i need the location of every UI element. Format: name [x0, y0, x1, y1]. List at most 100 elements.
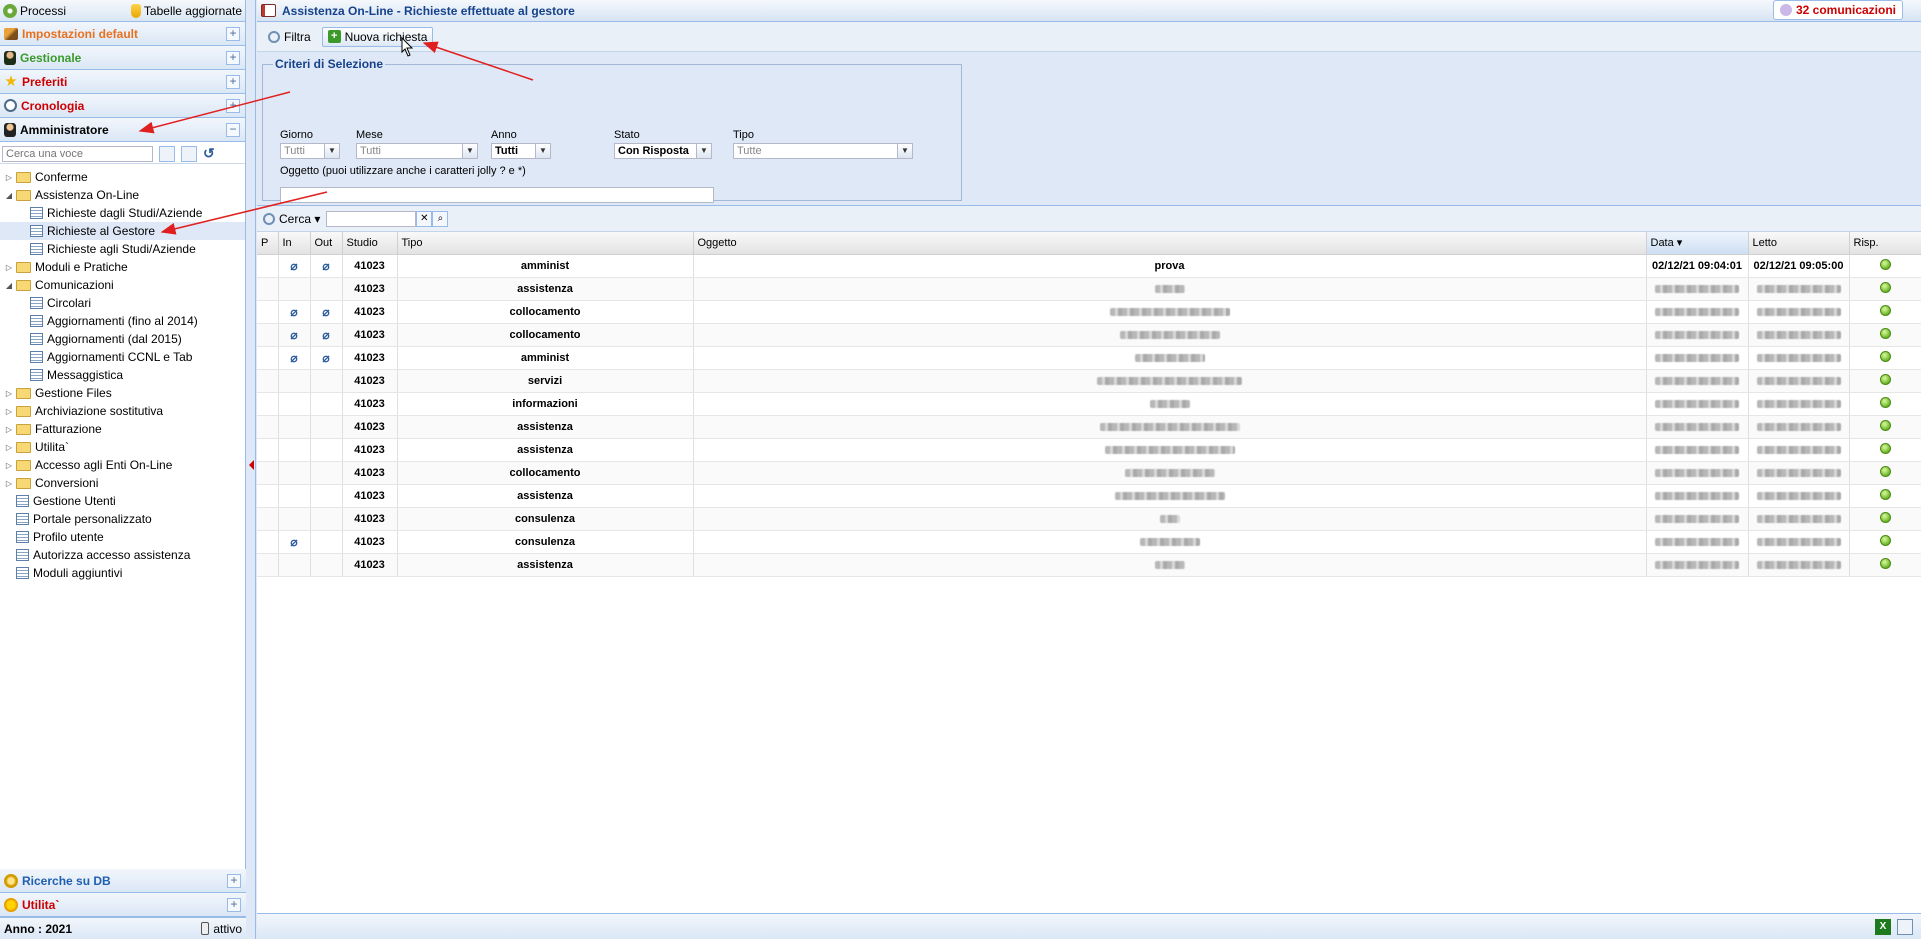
- accordion-gestionale[interactable]: Gestionale +: [0, 46, 245, 70]
- excel-export-icon[interactable]: X: [1875, 919, 1891, 935]
- table-row[interactable]: 41023 assistenza: [257, 415, 1921, 439]
- accordion-utilita-[interactable]: Utilita` +: [0, 893, 246, 917]
- attachment-icon[interactable]: ⌀: [290, 305, 297, 319]
- chevron-down-icon[interactable]: ▼: [897, 144, 912, 158]
- expand-triangle-icon[interactable]: ▷: [4, 263, 14, 272]
- tree-item[interactable]: ▷ Gestione Files: [0, 384, 245, 402]
- table-row[interactable]: ⌀ 41023 consulenza: [257, 530, 1921, 554]
- tree-item[interactable]: Circolari: [0, 294, 245, 312]
- column-header[interactable]: Oggetto: [693, 232, 1647, 255]
- expand-icon[interactable]: +: [226, 51, 240, 65]
- tree-item[interactable]: Autorizza accesso assistenza: [0, 546, 245, 564]
- attachment-icon[interactable]: ⌀: [290, 259, 297, 273]
- communications-button[interactable]: 32 comunicazioni: [1772, 0, 1903, 20]
- tree-item[interactable]: Profilo utente: [0, 528, 245, 546]
- tree-search-input[interactable]: [2, 145, 153, 162]
- tree-item[interactable]: Aggiornamenti (dal 2015): [0, 330, 245, 348]
- tree-item[interactable]: ▷ Fatturazione: [0, 420, 245, 438]
- sidebar-splitter[interactable]: [246, 0, 256, 939]
- table-row[interactable]: 41023 collocamento: [257, 461, 1921, 485]
- expand-icon[interactable]: +: [226, 75, 240, 89]
- collapse-icon[interactable]: −: [226, 123, 240, 137]
- column-header[interactable]: In: [278, 232, 311, 255]
- expand-triangle-icon[interactable]: ▷: [4, 389, 14, 398]
- attachment-icon[interactable]: ⌀: [322, 351, 329, 365]
- accordion-impostazioni-default[interactable]: Impostazioni default +: [0, 22, 245, 46]
- expand-triangle-icon[interactable]: ▷: [4, 443, 14, 452]
- tree-item[interactable]: Richieste dagli Studi/Aziende: [0, 204, 245, 222]
- tree-item[interactable]: Portale personalizzato: [0, 510, 245, 528]
- oggetto-input[interactable]: [280, 187, 714, 203]
- tree-item[interactable]: ▷ Utilita`: [0, 438, 245, 456]
- search-icon[interactable]: ⌕: [432, 210, 449, 227]
- column-header[interactable]: Studio: [342, 232, 398, 255]
- tree-item[interactable]: Richieste agli Studi/Aziende: [0, 240, 245, 258]
- stato-select[interactable]: Con Risposta ▼: [614, 143, 712, 159]
- tree-item[interactable]: ◢ Assistenza On-Line: [0, 186, 245, 204]
- table-row[interactable]: ⌀ ⌀ 41023 collocamento: [257, 300, 1921, 324]
- mese-select[interactable]: Tutti ▼: [356, 143, 478, 159]
- table-row[interactable]: ⌀ ⌀ 41023 amminist prova 02/12/21 09:04:01 02/…: [257, 254, 1921, 278]
- attachment-icon[interactable]: ⌀: [290, 535, 297, 549]
- cerca-menu-button[interactable]: Cerca ▾: [263, 212, 320, 226]
- tree-item[interactable]: Aggiornamenti (fino al 2014): [0, 312, 245, 330]
- table-row[interactable]: 41023 consulenza: [257, 507, 1921, 531]
- accordion-ricerche-su-db[interactable]: Ricerche su DB +: [0, 869, 246, 893]
- collapse-triangle-icon[interactable]: ◢: [4, 191, 14, 200]
- tree-item[interactable]: Gestione Utenti: [0, 492, 245, 510]
- table-row[interactable]: ⌀ ⌀ 41023 collocamento: [257, 323, 1921, 347]
- expand-icon[interactable]: +: [226, 99, 240, 113]
- tree-item[interactable]: Moduli aggiuntivi: [0, 564, 245, 582]
- tree-item[interactable]: ▷ Accesso agli Enti On-Line: [0, 456, 245, 474]
- column-header[interactable]: Data ▾: [1646, 232, 1749, 255]
- tree-item[interactable]: ▷ Moduli e Pratiche: [0, 258, 245, 276]
- tree-item[interactable]: Richieste al Gestore: [0, 222, 245, 240]
- tree-item[interactable]: Messaggistica: [0, 366, 245, 384]
- column-header[interactable]: Tipo: [397, 232, 694, 255]
- attachment-icon[interactable]: ⌀: [290, 351, 297, 365]
- refresh-icon[interactable]: ↺: [203, 146, 219, 162]
- tree-item[interactable]: Aggiornamenti CCNL e Tab: [0, 348, 245, 366]
- chevron-down-icon[interactable]: ▼: [696, 144, 711, 158]
- print-icon[interactable]: [1897, 919, 1913, 935]
- expand-triangle-icon[interactable]: ▷: [4, 461, 14, 470]
- expand-all-icon[interactable]: [159, 145, 175, 162]
- attachment-icon[interactable]: ⌀: [322, 259, 329, 273]
- table-row[interactable]: 41023 assistenza: [257, 277, 1921, 301]
- attachment-icon[interactable]: ⌀: [290, 328, 297, 342]
- accordion-cronologia[interactable]: Cronologia +: [0, 94, 245, 118]
- tree-item[interactable]: ▷ Conferme: [0, 168, 245, 186]
- tabelle-aggiornate-button[interactable]: Tabelle aggiornate: [130, 3, 242, 18]
- expand-triangle-icon[interactable]: ▷: [4, 425, 14, 434]
- giorno-select[interactable]: Tutti ▼: [280, 143, 340, 159]
- list-view-icon[interactable]: [181, 145, 197, 162]
- accordion-amministratore[interactable]: Amministratore −: [0, 118, 245, 142]
- chevron-down-icon[interactable]: ▼: [324, 144, 339, 158]
- tree-item[interactable]: ▷ Conversioni: [0, 474, 245, 492]
- anno-select[interactable]: Tutti ▼: [491, 143, 551, 159]
- collapse-triangle-icon[interactable]: ◢: [4, 281, 14, 290]
- expand-icon[interactable]: +: [226, 27, 240, 41]
- column-header[interactable]: P: [257, 232, 279, 255]
- filtra-button[interactable]: Filtra: [263, 28, 316, 46]
- accordion-preferiti[interactable]: ★ Preferiti +: [0, 70, 245, 94]
- expand-icon[interactable]: +: [227, 874, 241, 888]
- expand-triangle-icon[interactable]: ▷: [4, 173, 14, 182]
- processi-button[interactable]: Processi: [3, 3, 66, 18]
- attachment-icon[interactable]: ⌀: [322, 305, 329, 319]
- table-row[interactable]: 41023 servizi: [257, 369, 1921, 393]
- column-header[interactable]: Letto: [1748, 232, 1850, 255]
- table-row[interactable]: 41023 assistenza: [257, 438, 1921, 462]
- tipo-select[interactable]: Tutte ▼: [733, 143, 913, 159]
- chevron-down-icon[interactable]: ▼: [535, 144, 550, 158]
- expand-triangle-icon[interactable]: ▷: [4, 407, 14, 416]
- tree-item[interactable]: ▷ Archiviazione sostitutiva: [0, 402, 245, 420]
- nuova-richiesta-button[interactable]: + Nuova richiesta: [321, 26, 434, 47]
- expand-icon[interactable]: +: [227, 898, 241, 912]
- table-row[interactable]: 41023 assistenza: [257, 484, 1921, 508]
- collapse-sidebar-icon[interactable]: [249, 460, 254, 470]
- column-header[interactable]: Risp.: [1849, 232, 1921, 255]
- expand-triangle-icon[interactable]: ▷: [4, 479, 14, 488]
- chevron-down-icon[interactable]: ▼: [462, 144, 477, 158]
- clear-search-icon[interactable]: ✕: [416, 210, 433, 227]
